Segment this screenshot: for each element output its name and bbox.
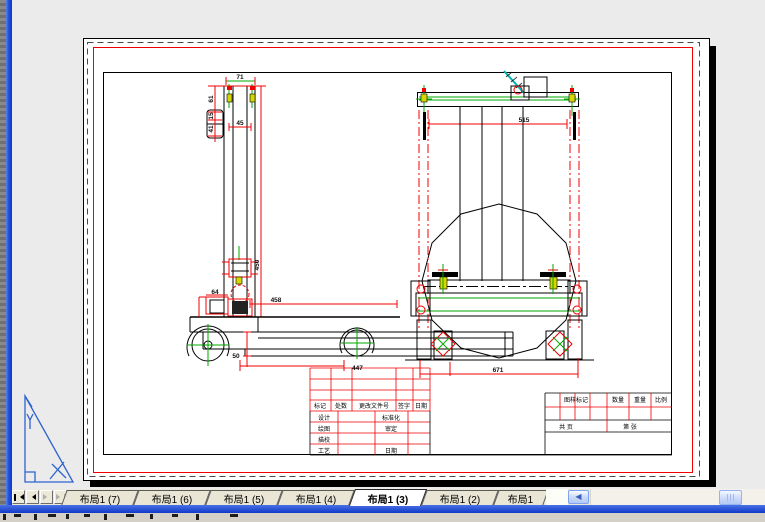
tab-layout1-3[interactable]: 布局1 (3) [348,489,428,506]
tab-label: 布局1 (4) [295,494,337,506]
title-cell: 工艺 [318,447,330,455]
window-border-bottom [0,505,765,513]
title-cell: 日期 [415,402,427,410]
dimension-label: 515 [519,117,530,124]
title-cell: 数量 [612,396,624,404]
dimension-label: 671 [493,367,504,374]
ucs-icon [24,393,75,483]
title-cell: 设计 [318,414,330,422]
dimension-label: 450 [254,259,261,270]
dimension-label: 458 [271,297,282,304]
title-cell: 标记 [314,402,326,410]
title-cell: 共 页 [559,423,573,431]
tab-layout1-5[interactable]: 布局1 (5) [205,490,283,506]
dimension-label: 447 [352,365,363,372]
title-cell: 审定 [385,425,397,433]
next-tab-button[interactable] [40,490,53,504]
dimension-label: 45 [236,120,244,127]
tab-layout1-6[interactable]: 布局1 (6) [133,490,211,506]
dimension-label: 71 [236,74,244,81]
title-cell: 描校 [318,436,330,444]
title-cell: 标准化 [382,414,400,422]
tab-label: 布局1 (7) [79,494,121,506]
tab-layout1-4[interactable]: 布局1 (4) [277,490,355,506]
dimension-label: 15 [208,112,215,120]
tab-label: 布局1 (5) [223,494,265,506]
dimension-label: 50 [232,353,240,360]
title-cell: 更改文件号 [359,402,389,410]
title-cell: 日期 [385,447,397,455]
tab-area-end [546,489,568,505]
tab-layout1-7[interactable]: 布局1 (7) [61,490,139,506]
title-cell: 图样标记 [564,396,588,404]
scroll-left-icon: ◀ [575,492,582,501]
title-cell: 第 张 [623,423,637,431]
tab-label: 布局1 (2) [439,494,481,506]
drawing-viewport: 71 45 61 15 41 450 64 458 50 447 515 671… [24,38,716,487]
title-cell: 重量 [634,396,646,404]
clipped-commandline-text [0,513,765,522]
title-cell: 比例 [655,396,667,404]
cad-layout-window: 71 45 61 15 41 450 64 458 50 447 515 671… [0,0,765,522]
scroll-left-button[interactable]: ◀ [568,490,589,504]
tab-layout1[interactable]: 布局1 [493,490,549,506]
dimension-label: 41 [208,125,215,133]
title-cell: 签字 [398,402,410,410]
window-border-left [6,0,12,513]
previous-tab-button[interactable] [26,490,39,504]
tab-layout1-2[interactable]: 布局1 (2) [421,490,499,506]
title-cell: 绘图 [318,425,330,433]
tab-label: 布局1 [508,494,534,506]
layout-tabstrip: 布局1 (7) 布局1 (6) 布局1 (5) 布局1 (4) 布局1 (3) … [12,489,765,506]
dimension-label: 61 [208,95,215,103]
horizontal-scrollbar-track[interactable] [590,489,765,505]
tab-label: 布局1 (3) [367,494,409,506]
tab-label: 布局1 (6) [151,494,193,506]
horizontal-scrollbar-thumb[interactable] [719,490,742,505]
first-tab-button[interactable] [12,490,25,504]
scrollbar-grip-icon [726,494,735,501]
title-cell: 处数 [335,402,347,410]
dimension-label: 64 [211,289,219,296]
